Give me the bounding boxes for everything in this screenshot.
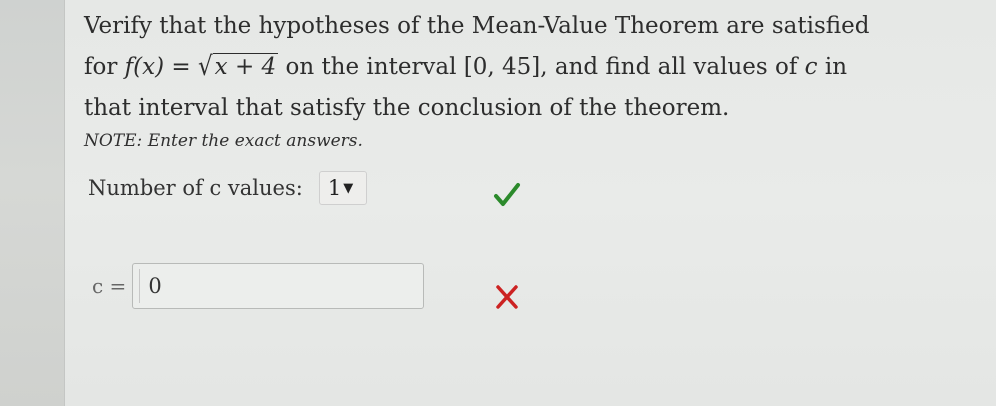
checkmark-icon xyxy=(494,183,520,206)
c-row: c = 0 xyxy=(92,262,425,310)
cross-icon xyxy=(496,285,518,309)
count-select-value: 1 xyxy=(327,176,342,200)
count-select[interactable]: 1 ▼ xyxy=(318,171,367,205)
question-text: Verify that the hypotheses of the Mean-V… xyxy=(84,6,964,129)
c-label: c = xyxy=(92,274,127,298)
question-line-2: for f(x) = √x + 4 on the interval [0, 45… xyxy=(84,47,964,88)
function-expression: f(x) = xyxy=(124,54,198,80)
question-line-1: Verify that the hypotheses of the Mean-V… xyxy=(84,13,870,39)
question-line-2-mid: on the interval [0, 45], and find all va… xyxy=(278,54,805,80)
count-row: Number of c values: 1 ▼ xyxy=(88,170,367,206)
question-line-2-suffix: in xyxy=(817,54,848,80)
count-label: Number of c values: xyxy=(88,176,303,200)
square-root: √x + 4 xyxy=(198,47,279,88)
c-value-input[interactable]: 0 xyxy=(132,263,425,309)
variable-c: c xyxy=(804,54,818,80)
c-input-value: 0 xyxy=(148,274,162,298)
radicand: x + 4 xyxy=(212,53,279,80)
chevron-down-icon: ▼ xyxy=(343,180,354,196)
question-line-3: that interval that satisfy the conclusio… xyxy=(84,95,730,121)
note-text: NOTE: Enter the exact answers. xyxy=(84,131,363,151)
radical-sign: √ xyxy=(198,51,213,82)
input-divider xyxy=(139,269,141,303)
page: Verify that the hypotheses of the Mean-V… xyxy=(0,0,996,406)
question-line-2-prefix: for xyxy=(84,54,125,80)
